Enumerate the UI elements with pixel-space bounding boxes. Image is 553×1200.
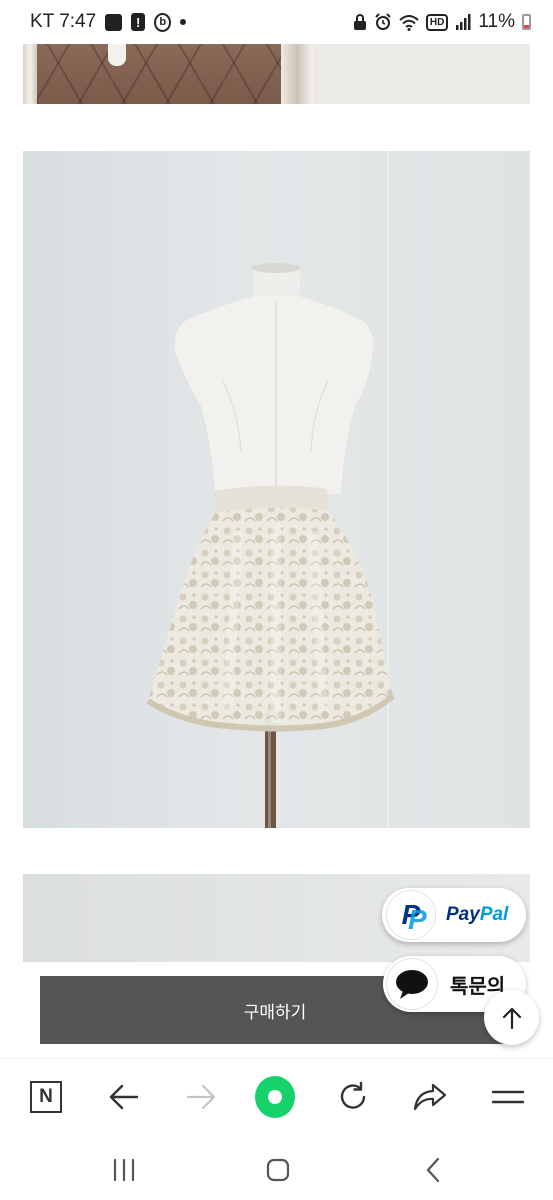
share-icon <box>413 1083 447 1111</box>
back-arrow-icon <box>109 1084 139 1110</box>
recent-apps-button[interactable] <box>104 1150 144 1190</box>
forward-button[interactable] <box>181 1077 221 1117</box>
battery-percent: 11% <box>478 11 515 32</box>
battery-icon <box>522 14 531 30</box>
green-action-button[interactable] <box>255 1076 295 1118</box>
mannequin-with-lace-skirt <box>146 263 395 828</box>
recent-apps-icon <box>113 1159 135 1181</box>
refresh-button[interactable] <box>333 1077 373 1117</box>
paypal-logo-icon: P P <box>386 890 436 940</box>
green-dot-icon <box>255 1076 295 1118</box>
paypal-word-pay: Pay <box>446 904 480 925</box>
vase <box>108 44 126 66</box>
refresh-icon <box>340 1081 366 1109</box>
b-app-icon: b <box>154 12 172 32</box>
menu-button[interactable] <box>488 1077 528 1117</box>
signal-icon <box>456 14 471 30</box>
home-icon <box>266 1158 290 1182</box>
main-photo-skirt-on-mannequin[interactable] <box>23 151 530 828</box>
alarm-icon <box>375 13 391 30</box>
browser-toolbar: N <box>0 1058 553 1136</box>
dot-icon <box>180 19 187 25</box>
forward-arrow-icon <box>186 1084 216 1110</box>
paypal-wordmark: PayPal <box>446 904 508 926</box>
naver-home-icon: N <box>30 1081 62 1113</box>
alert-icon: ! <box>131 13 146 31</box>
back-button[interactable] <box>104 1077 144 1117</box>
android-nav-bar <box>0 1136 553 1200</box>
carrier-time: KT 7:47 <box>30 11 97 32</box>
mirror-frame-left <box>23 44 37 104</box>
mirror-frame-right <box>281 44 313 104</box>
back-icon <box>426 1157 440 1183</box>
paypal-button[interactable]: P P PayPal <box>382 888 526 942</box>
paypal-logo-letter-overlay: P <box>408 904 427 935</box>
share-button[interactable] <box>410 1077 450 1117</box>
top-photo-partial[interactable] <box>23 44 530 104</box>
paypal-word-pal: Pal <box>479 904 509 925</box>
photo-icon <box>105 13 123 31</box>
tiled-floor <box>37 44 299 104</box>
arrow-up-icon <box>502 1007 521 1029</box>
wifi-icon <box>399 14 419 31</box>
lock-icon <box>353 13 366 30</box>
hd-icon: HD <box>425 13 449 31</box>
menu-icon <box>492 1090 524 1104</box>
status-bar: KT 7:47 ! b HD 11% <box>0 0 553 44</box>
chat-bubble-icon <box>386 958 438 1010</box>
naver-home-button[interactable]: N <box>26 1077 66 1117</box>
back-nav-button[interactable] <box>413 1150 453 1190</box>
home-button[interactable] <box>258 1150 298 1190</box>
scroll-top-button[interactable] <box>484 990 539 1045</box>
